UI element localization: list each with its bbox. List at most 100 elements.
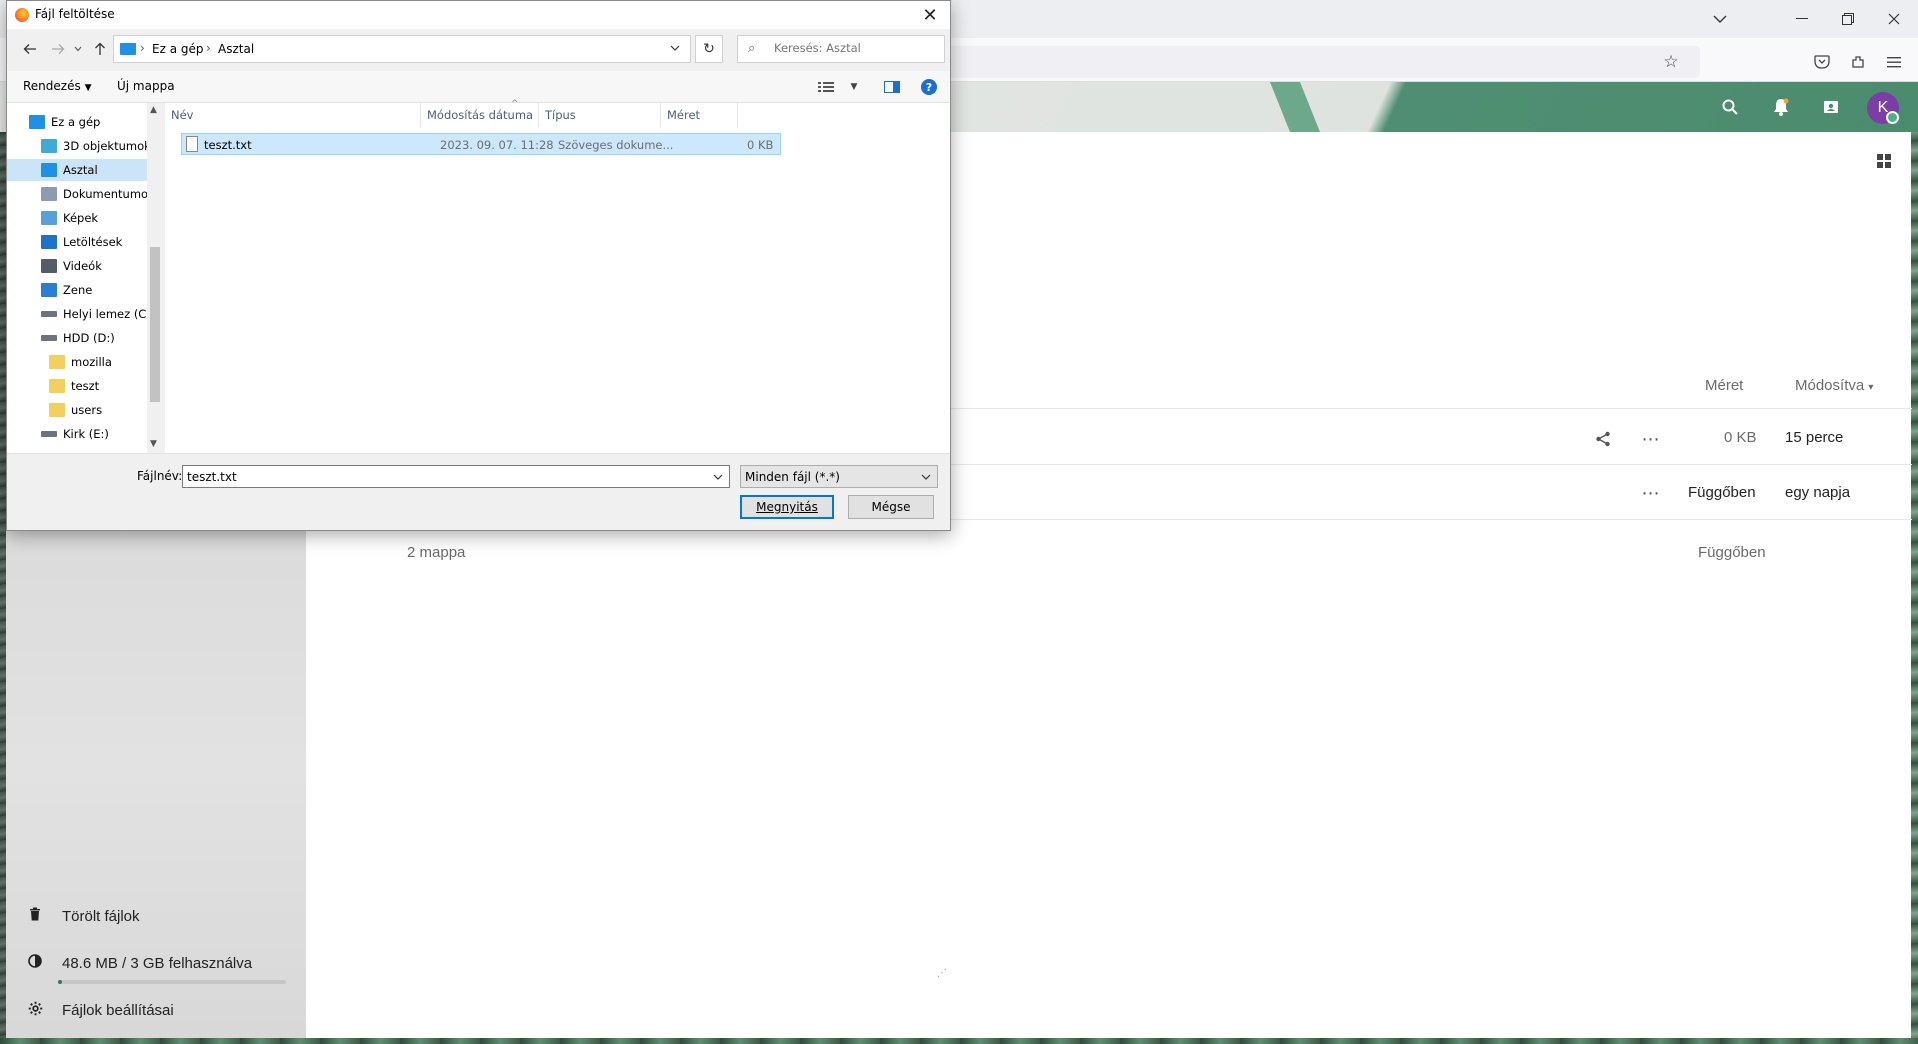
dialog-search-input[interactable] bbox=[774, 41, 934, 55]
file-type: Szöveges dokume... bbox=[558, 138, 674, 152]
up-arrow-icon[interactable] bbox=[89, 38, 111, 60]
help-icon[interactable]: ? bbox=[921, 79, 937, 95]
music-icon bbox=[41, 283, 57, 297]
recent-locations-chevron-icon[interactable] bbox=[71, 38, 85, 60]
open-button[interactable]: Megnyitás bbox=[740, 495, 834, 519]
extensions-icon[interactable] bbox=[1844, 48, 1872, 76]
filetype-select[interactable]: Minden fájl (*.*) bbox=[740, 465, 938, 488]
tree-item-label: mozilla bbox=[71, 355, 112, 369]
quota-bar-fill bbox=[58, 980, 62, 984]
share-icon[interactable] bbox=[1589, 425, 1617, 453]
desktop-wallpaper-bottom bbox=[0, 1038, 1918, 1044]
documents-icon bbox=[41, 187, 57, 201]
tree-item[interactable]: Kirk (E:) bbox=[7, 423, 147, 445]
grid-view-toggle-icon[interactable] bbox=[1870, 147, 1898, 175]
minimize-button[interactable] bbox=[1782, 6, 1822, 32]
search-icon: ⌕ bbox=[748, 41, 756, 56]
summary-folder-count: 2 mappa bbox=[407, 544, 466, 561]
dialog-close-icon[interactable]: ✕ bbox=[917, 3, 943, 27]
search-icon[interactable] bbox=[1716, 93, 1744, 121]
tree-item[interactable]: 3D objektumok bbox=[7, 135, 147, 157]
drive-icon bbox=[41, 335, 57, 341]
url-bar[interactable] bbox=[940, 46, 1700, 78]
scroll-up-arrow-icon[interactable]: ▲ bbox=[150, 105, 157, 115]
app-menu-icon[interactable] bbox=[1880, 48, 1908, 76]
tree-item[interactable]: Képek bbox=[7, 207, 147, 229]
tab-list-button[interactable] bbox=[1700, 6, 1740, 32]
file-date: 2023. 09. 07. 11:28 bbox=[440, 138, 554, 152]
tree-item-label: teszt bbox=[71, 379, 100, 393]
address-bar[interactable]: › Ez a gép › Asztal bbox=[113, 35, 691, 63]
tree-item[interactable]: Letöltések bbox=[7, 231, 147, 253]
tree-item[interactable]: Videók bbox=[7, 255, 147, 277]
pocket-icon[interactable] bbox=[1808, 48, 1836, 76]
tree-item-label: Helyi lemez (C:) bbox=[63, 307, 147, 321]
view-options-icon[interactable] bbox=[815, 77, 837, 97]
filename-value: teszt.txt bbox=[187, 470, 237, 484]
row-1-size: 0 KB bbox=[1724, 429, 1757, 446]
quota-bar bbox=[58, 980, 286, 984]
address-segment-desktop[interactable]: Asztal bbox=[218, 42, 254, 56]
cancel-button[interactable]: Mégse bbox=[848, 495, 934, 519]
tree-item-label: Kirk (E:) bbox=[63, 427, 109, 441]
row-actions-menu-icon[interactable]: ⋯ bbox=[1637, 479, 1665, 507]
column-header-size[interactable]: Méret bbox=[661, 103, 738, 127]
preview-pane-icon[interactable] bbox=[881, 77, 903, 97]
tree-item[interactable]: users bbox=[7, 399, 147, 421]
tree-item[interactable]: teszt bbox=[7, 375, 147, 397]
forward-arrow-icon[interactable] bbox=[47, 38, 69, 60]
tree-item[interactable]: Dokumentumok bbox=[7, 183, 147, 205]
file-row[interactable]: teszt.txt 2023. 09. 07. 11:28 Szöveges d… bbox=[181, 133, 781, 155]
dialog-bottom-panel: Fájlnév: teszt.txt Minden fájl (*.*) Meg… bbox=[7, 453, 950, 979]
column-header-name[interactable]: Név bbox=[165, 103, 421, 127]
address-segment-this-pc[interactable]: Ez a gép bbox=[152, 42, 203, 56]
organize-button[interactable]: Rendezés ▼ bbox=[23, 79, 91, 93]
contacts-icon[interactable] bbox=[1817, 93, 1845, 121]
address-history-dropdown-icon[interactable] bbox=[670, 40, 680, 54]
organize-dropdown-icon: ▼ bbox=[84, 83, 92, 93]
refresh-icon[interactable]: ↻ bbox=[695, 35, 723, 63]
new-folder-button[interactable]: Új mappa bbox=[117, 79, 175, 93]
column-header-modified-label: Módosítva bbox=[1795, 377, 1865, 394]
bookmark-star-icon[interactable]: ☆ bbox=[1657, 48, 1685, 76]
firefox-logo-icon bbox=[15, 8, 29, 22]
quota-link[interactable]: 48.6 MB / 3 GB felhasználva bbox=[26, 954, 252, 972]
notifications-icon[interactable] bbox=[1767, 93, 1795, 121]
tree-item-label: Ez a gép bbox=[51, 115, 101, 129]
close-window-button[interactable] bbox=[1874, 6, 1914, 32]
column-header-modified[interactable]: Módosítva ▾ bbox=[1795, 377, 1873, 394]
column-header-size[interactable]: Méret bbox=[1705, 377, 1743, 394]
filename-input[interactable]: teszt.txt bbox=[182, 465, 730, 488]
column-header-type[interactable]: Típus bbox=[539, 103, 661, 127]
tree-item[interactable]: Ez a gép bbox=[7, 111, 147, 133]
tree-item-label: Videók bbox=[63, 259, 102, 273]
dialog-search-box[interactable]: ⌕ bbox=[737, 35, 945, 63]
row-actions-menu-icon[interactable]: ⋯ bbox=[1637, 425, 1665, 453]
tree-item[interactable]: HDD (D:) bbox=[7, 327, 147, 349]
restore-button[interactable] bbox=[1828, 6, 1868, 32]
row-2-size: Függőben bbox=[1688, 484, 1756, 501]
open-button-label: Megnyitás bbox=[756, 500, 818, 514]
file-size: 0 KB bbox=[747, 138, 774, 152]
tree-item[interactable]: Helyi lemez (C:) bbox=[7, 303, 147, 325]
scroll-thumb[interactable] bbox=[150, 247, 160, 402]
column-header-date-modified[interactable]: Módosítás dátuma bbox=[421, 103, 539, 127]
filename-history-dropdown-icon[interactable] bbox=[713, 469, 723, 483]
resize-grip-icon[interactable]: ⋰ bbox=[937, 968, 947, 979]
pictures-icon bbox=[41, 211, 57, 225]
tree-item[interactable]: mozilla bbox=[7, 351, 147, 373]
scroll-down-arrow-icon[interactable]: ▼ bbox=[150, 439, 157, 449]
back-arrow-icon[interactable] bbox=[19, 38, 41, 60]
computer-icon bbox=[29, 115, 45, 129]
tree-item[interactable]: Asztal bbox=[7, 159, 147, 181]
dialog-toolbar: Rendezés ▼ Új mappa ▼ ? bbox=[7, 71, 950, 103]
file-list: Név Módosítás dátuma ^ Típus Méret teszt… bbox=[165, 99, 950, 453]
view-options-dropdown-icon[interactable]: ▼ bbox=[843, 77, 865, 97]
tree-item-label: users bbox=[71, 403, 103, 417]
tree-item[interactable]: Zene bbox=[7, 279, 147, 301]
row-2-modified: egy napja bbox=[1785, 484, 1851, 501]
tree-scrollbar[interactable]: ▲ ▼ bbox=[147, 103, 163, 453]
trash-link[interactable]: Törölt fájlok bbox=[26, 907, 140, 925]
file-name: teszt.txt bbox=[204, 138, 252, 152]
files-settings-link[interactable]: Fájlok beállításai bbox=[26, 1001, 174, 1020]
